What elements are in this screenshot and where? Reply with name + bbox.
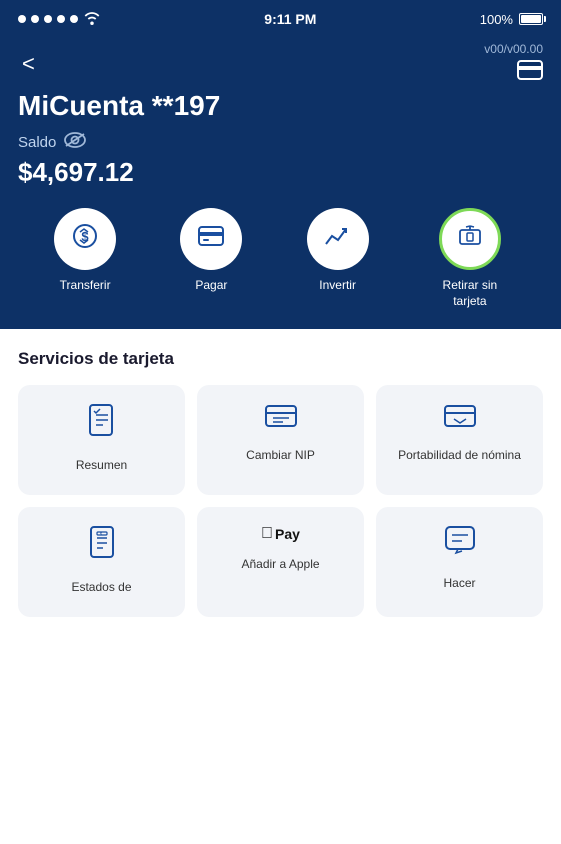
card-resumen[interactable]: Resumen [18,385,185,495]
service-cards-grid: Resumen Cambiar NIP [18,385,543,617]
balance-amount: $4,697.12 [18,157,543,188]
signal-area [18,11,101,28]
card-cambiar-nip[interactable]: Cambiar NIP [197,385,364,495]
resumen-icon [87,403,117,444]
card-label-cambiar-nip: Cambiar NIP [246,448,315,464]
estados-icon: $ [88,525,116,566]
card-estados[interactable]: $ Estados de [18,507,185,617]
action-label-invertir: Invertir [319,278,356,294]
action-circle-pagar [180,208,242,270]
card-label-apple-pay: Añadir a Apple [241,557,319,573]
action-circle-retirar [439,208,501,270]
portabilidad-icon [444,403,476,434]
action-circle-transferir: $ [54,208,116,270]
balance-label-row: Saldo [18,132,543,153]
apple-pay-icon:  Pay [261,525,300,543]
card-hacer[interactable]: Hacer [376,507,543,617]
signal-dots [18,15,78,23]
action-transferir[interactable]: $ Transferir [54,208,116,294]
account-title: MiCuenta **197 [18,90,543,122]
card-icon-button[interactable] [517,60,543,86]
hacer-icon [444,525,476,562]
action-label-pagar: Pagar [195,278,227,294]
retirar-icon [456,222,484,256]
signal-dot [31,15,39,23]
status-time: 9:11 PM [264,11,316,27]
card-label-portabilidad: Portabilidad de nómina [398,448,521,464]
card-apple-pay[interactable]:  Pay Añadir a Apple [197,507,364,617]
signal-dot [57,15,65,23]
back-button[interactable]: < [18,51,39,77]
card-portabilidad[interactable]: Portabilidad de nómina [376,385,543,495]
action-retirar[interactable]: Retirar sin tarjeta [433,208,507,309]
action-label-retirar: Retirar sin tarjeta [433,278,507,309]
status-bar: 9:11 PM 100% [0,0,561,36]
signal-dot [44,15,52,23]
header-top-row: < v00/v00.00 [18,42,543,86]
action-pagar[interactable]: Pagar [180,208,242,294]
signal-dot [70,15,78,23]
pagar-icon [197,225,225,253]
battery-fill [521,15,541,23]
action-label-transferir: Transferir [60,278,111,294]
wifi-icon [83,11,101,28]
header: < v00/v00.00 MiCuenta **197 Saldo $4,697… [0,36,561,329]
balance-label: Saldo [18,134,56,151]
balance-hidden-text: v00/v00.00 [484,42,543,56]
actions-row: $ Transferir Pagar [18,208,543,309]
header-right-area: v00/v00.00 [484,42,543,86]
invertir-icon [324,224,352,254]
card-label-estados: Estados de [71,580,131,596]
card-label-resumen: Resumen [76,458,127,474]
action-circle-invertir [307,208,369,270]
action-invertir[interactable]: Invertir [307,208,369,294]
transferir-icon: $ [71,222,99,256]
cambiar-nip-icon [265,403,297,434]
battery-icon [519,13,543,25]
main-content: Servicios de tarjeta Resumen [0,329,561,844]
eye-slash-icon[interactable] [64,132,86,153]
battery-percent: 100% [480,12,513,27]
card-label-hacer: Hacer [443,576,475,592]
signal-dot [18,15,26,23]
battery-area: 100% [480,12,543,27]
servicios-section-title: Servicios de tarjeta [18,349,543,369]
